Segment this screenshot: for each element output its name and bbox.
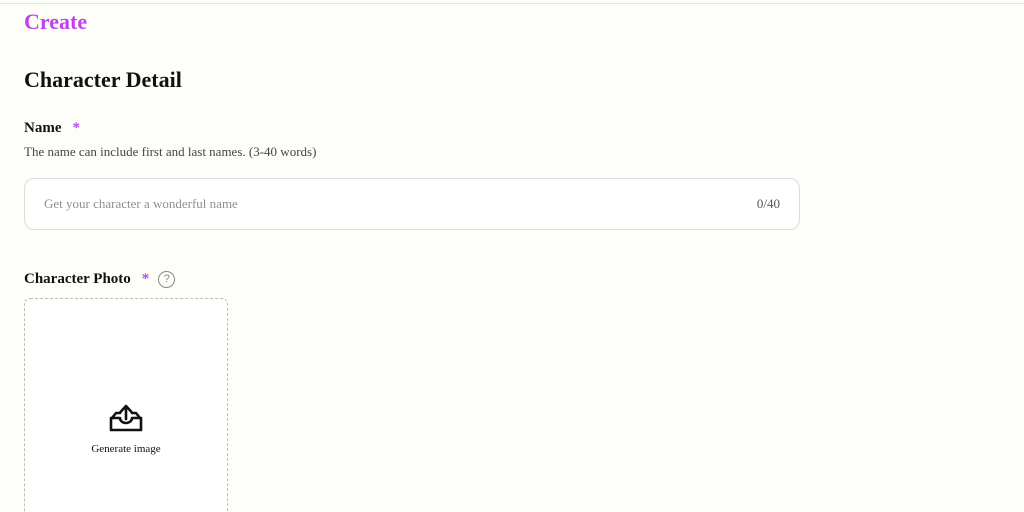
photo-label: Character Photo [24, 271, 131, 287]
create-title-link[interactable]: Create [24, 8, 87, 36]
name-label-row: Name * [24, 119, 80, 137]
name-char-counter: 0/40 [756, 196, 780, 211]
generate-image-label: Generate image [91, 443, 161, 455]
name-required-mark: * [72, 120, 81, 136]
photo-label-row: Character Photo * ? [24, 270, 176, 288]
top-divider [0, 3, 1024, 4]
create-character-page: Create Character Detail Name * The name … [0, 0, 1024, 512]
section-title: Character Detail [24, 67, 182, 92]
name-label: Name [24, 120, 62, 136]
name-input-container[interactable]: 0/40 [24, 178, 800, 230]
upload-content: Generate image [25, 403, 227, 456]
help-icon[interactable]: ? [158, 270, 176, 288]
photo-required-mark: * [141, 271, 150, 287]
name-hint: The name can include first and last name… [24, 144, 317, 159]
photo-upload-box[interactable]: Generate image [24, 298, 228, 512]
upload-tray-icon [109, 404, 143, 432]
name-input[interactable] [44, 196, 745, 212]
